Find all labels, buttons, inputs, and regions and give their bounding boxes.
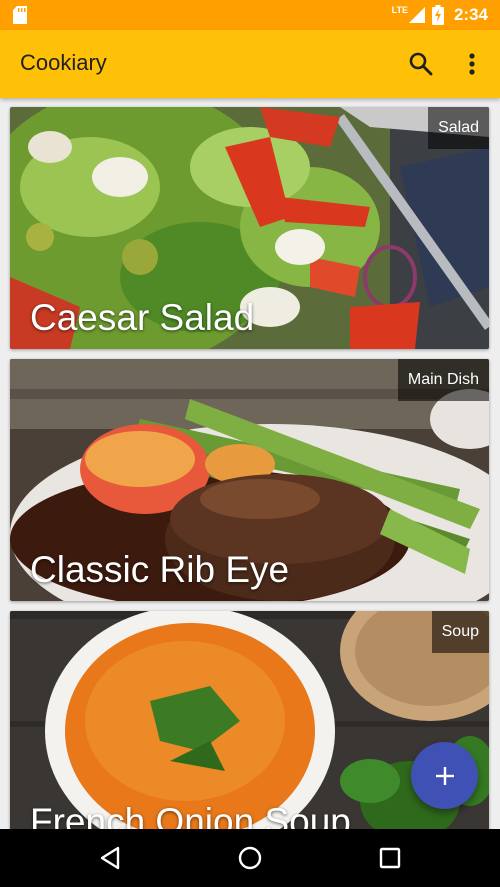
status-bar: LTE 2:34: [0, 0, 500, 30]
sd-card-icon: [13, 6, 27, 24]
category-badge: Soup: [431, 611, 489, 653]
recipe-card-caesar-salad[interactable]: Salad Caesar Salad: [10, 107, 489, 349]
battery-charging-icon: [431, 5, 444, 25]
add-icon: [435, 766, 454, 785]
app-title: Cookiary: [20, 50, 107, 75]
category-badge: Salad: [428, 107, 489, 149]
recents-icon[interactable]: [376, 844, 404, 872]
navigation-bar: [0, 829, 500, 887]
back-icon[interactable]: [96, 844, 124, 872]
home-icon[interactable]: [236, 844, 264, 872]
add-recipe-button[interactable]: [411, 742, 478, 809]
recipe-title: Classic Rib Eye: [30, 549, 290, 590]
search-icon[interactable]: [407, 50, 435, 78]
recipe-title: Caesar Salad: [30, 297, 255, 338]
status-time: 2:34: [453, 5, 488, 24]
more-vert-icon[interactable]: [460, 50, 484, 78]
network-type-label: LTE: [391, 5, 408, 15]
signal-icon: [408, 7, 425, 23]
app-bar: Cookiary: [0, 30, 500, 98]
recipe-card-french-onion-soup[interactable]: Soup French Onion Soup: [10, 611, 489, 841]
category-badge: Main Dish: [397, 359, 489, 401]
recipe-card-classic-rib-eye[interactable]: Main Dish Classic Rib Eye: [10, 359, 489, 601]
